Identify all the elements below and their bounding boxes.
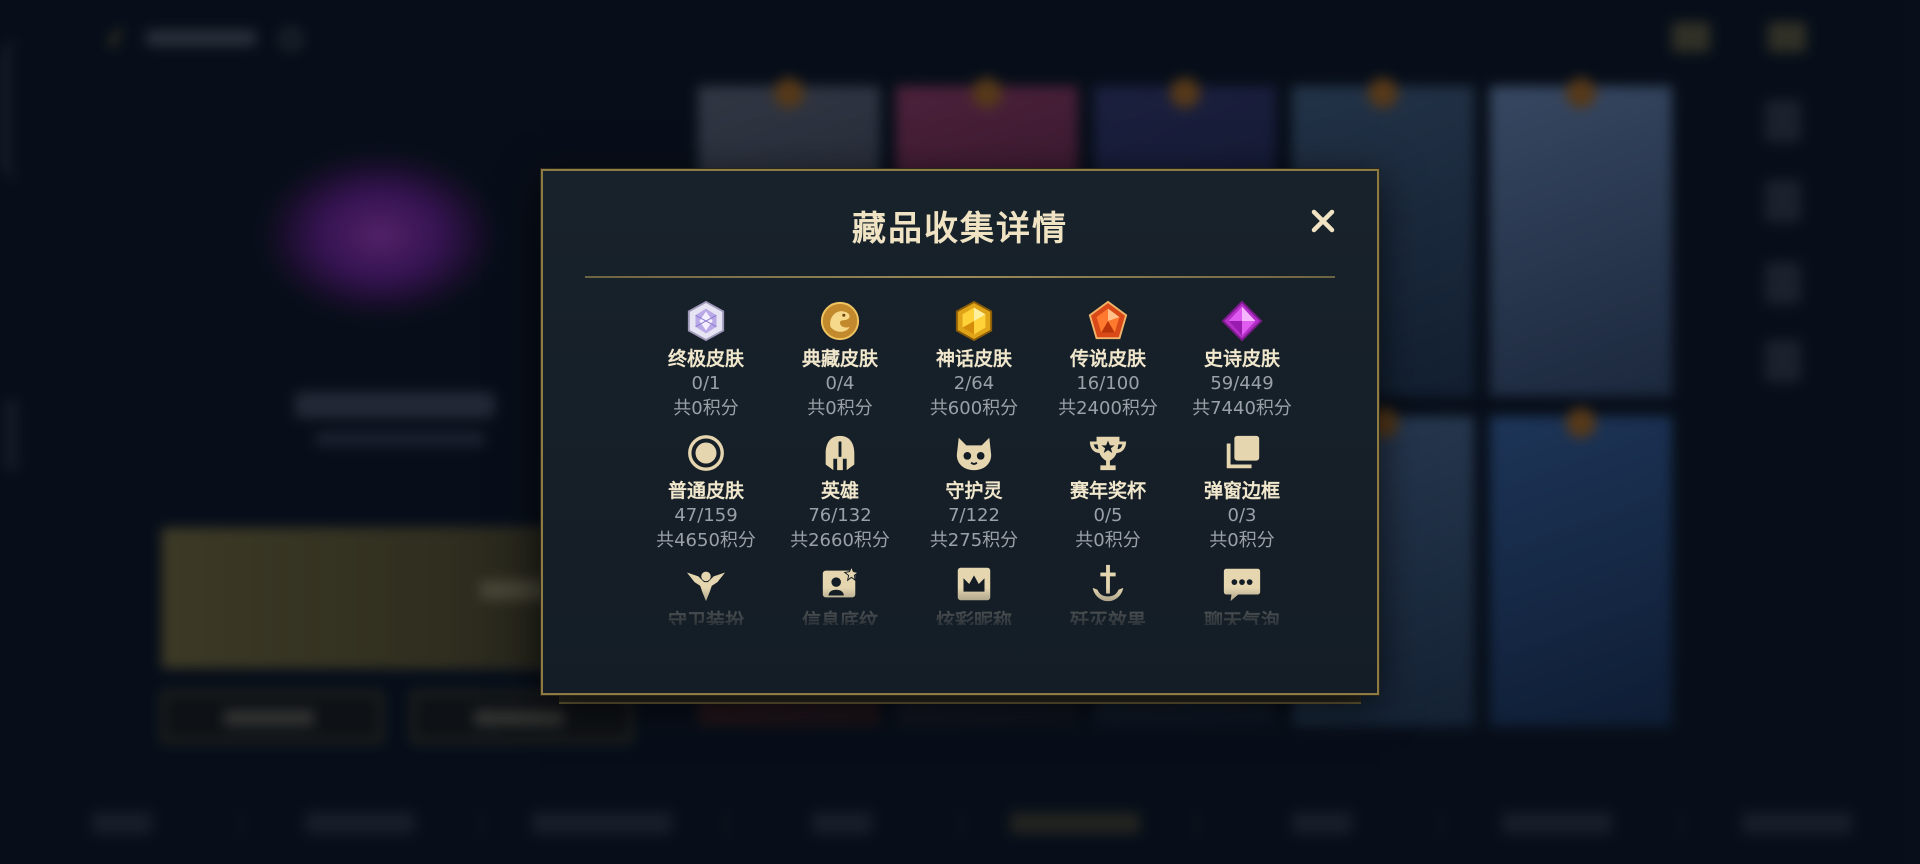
category-points: 共600积分 <box>929 398 1019 419</box>
category-name: 聊天气泡 <box>1203 610 1280 625</box>
category-name: 普通皮肤 <box>667 480 744 502</box>
collection-screen: 藏品收集详情 终极皮肤 0/1 共0积分 典藏皮肤 0/4 共0积分 神话皮肤 … <box>0 0 1920 864</box>
category-name: 信息底纹 <box>801 610 878 625</box>
category-colorful-nickname[interactable]: 炫彩昵称 <box>907 563 1041 625</box>
category-count: 47/159 <box>674 505 738 526</box>
category-count: 0/1 <box>691 373 721 394</box>
title-divider <box>585 276 1335 278</box>
category-points: 共275积分 <box>929 530 1019 551</box>
category-popup-frame[interactable]: 弹窗边框 0/3 共0积分 <box>1175 431 1309 553</box>
epic-gem-icon <box>1220 299 1264 343</box>
trophy-icon <box>1086 431 1130 475</box>
category-points: 共0积分 <box>1075 530 1141 551</box>
category-name: 典藏皮肤 <box>801 348 878 370</box>
category-points: 共0积分 <box>1209 530 1275 551</box>
category-count: 16/100 <box>1076 373 1140 394</box>
category-profile-banner[interactable]: 信息底纹 <box>773 563 907 625</box>
category-count: 0/4 <box>825 373 855 394</box>
collection-details-modal: 藏品收集详情 终极皮肤 0/1 共0积分 典藏皮肤 0/4 共0积分 神话皮肤 … <box>541 169 1379 695</box>
category-name: 歼灭效果 <box>1069 610 1146 625</box>
category-name: 守护灵 <box>945 480 1003 502</box>
anchor-sword-icon <box>1086 563 1130 605</box>
category-legendary-skin[interactable]: 传说皮肤 16/100 共2400积分 <box>1041 299 1175 421</box>
stacked-frames-icon <box>1220 431 1264 475</box>
category-champions[interactable]: 英雄 76/132 共2660积分 <box>773 431 907 553</box>
ring-icon <box>684 431 728 475</box>
chat-bubble-icon <box>1220 563 1264 605</box>
category-points: 共4650积分 <box>656 530 756 551</box>
category-name: 守卫装扮 <box>667 610 744 625</box>
category-grid: 终极皮肤 0/1 共0积分 典藏皮肤 0/4 共0积分 神话皮肤 2/64 共6… <box>639 299 1309 635</box>
category-name: 弹窗边框 <box>1203 480 1280 502</box>
category-name: 史诗皮肤 <box>1203 348 1280 370</box>
ward-icon <box>684 563 728 605</box>
category-points: 共0积分 <box>807 398 873 419</box>
close-button[interactable] <box>1307 205 1339 237</box>
category-count: 59/449 <box>1210 373 1274 394</box>
category-count: 7/122 <box>948 505 1000 526</box>
profile-banner-icon <box>818 563 862 605</box>
helmet-icon <box>818 431 862 475</box>
legendary-gem-icon <box>1086 299 1130 343</box>
crown-card-icon <box>952 563 996 605</box>
category-prestige-skin[interactable]: 典藏皮肤 0/4 共0积分 <box>773 299 907 421</box>
category-name: 炫彩昵称 <box>935 610 1012 625</box>
category-chat-bubble[interactable]: 聊天气泡 <box>1175 563 1309 625</box>
category-name: 神话皮肤 <box>935 348 1012 370</box>
category-row: 普通皮肤 47/159 共4650积分 英雄 76/132 共2660积分 守护… <box>639 431 1309 553</box>
category-name: 英雄 <box>820 480 859 502</box>
category-points: 共0积分 <box>673 398 739 419</box>
category-count: 0/5 <box>1093 505 1123 526</box>
mythic-gem-icon <box>952 299 996 343</box>
category-count: 2/64 <box>953 373 995 394</box>
category-elimination-effect[interactable]: 歼灭效果 <box>1041 563 1175 625</box>
category-points: 共2660积分 <box>790 530 890 551</box>
category-season-trophy[interactable]: 赛年奖杯 0/5 共0积分 <box>1041 431 1175 553</box>
category-name: 终极皮肤 <box>667 348 744 370</box>
category-ultimate-skin[interactable]: 终极皮肤 0/1 共0积分 <box>639 299 773 421</box>
modal-title: 藏品收集详情 <box>852 209 1068 249</box>
category-points: 共2400积分 <box>1058 398 1158 419</box>
dragon-emblem-icon <box>818 299 862 343</box>
close-icon[interactable] <box>1309 207 1337 235</box>
category-row: 守卫装扮 信息底纹 炫彩昵称 歼灭效果 聊天气泡 <box>639 563 1309 625</box>
category-name: 传说皮肤 <box>1069 348 1146 370</box>
category-epic-skin[interactable]: 史诗皮肤 59/449 共7440积分 <box>1175 299 1309 421</box>
category-ward-skin[interactable]: 守卫装扮 <box>639 563 773 625</box>
category-mythic-skin[interactable]: 神话皮肤 2/64 共600积分 <box>907 299 1041 421</box>
category-name: 赛年奖杯 <box>1069 480 1146 502</box>
modal-base-bar <box>559 694 1361 704</box>
category-little-legends[interactable]: 守护灵 7/122 共275积分 <box>907 431 1041 553</box>
category-count: 0/3 <box>1227 505 1257 526</box>
little-legend-icon <box>952 431 996 475</box>
category-common-skin[interactable]: 普通皮肤 47/159 共4650积分 <box>639 431 773 553</box>
category-count: 76/132 <box>808 505 872 526</box>
category-points: 共7440积分 <box>1192 398 1292 419</box>
category-row: 终极皮肤 0/1 共0积分 典藏皮肤 0/4 共0积分 神话皮肤 2/64 共6… <box>639 299 1309 421</box>
ultimate-gem-icon <box>684 299 728 343</box>
